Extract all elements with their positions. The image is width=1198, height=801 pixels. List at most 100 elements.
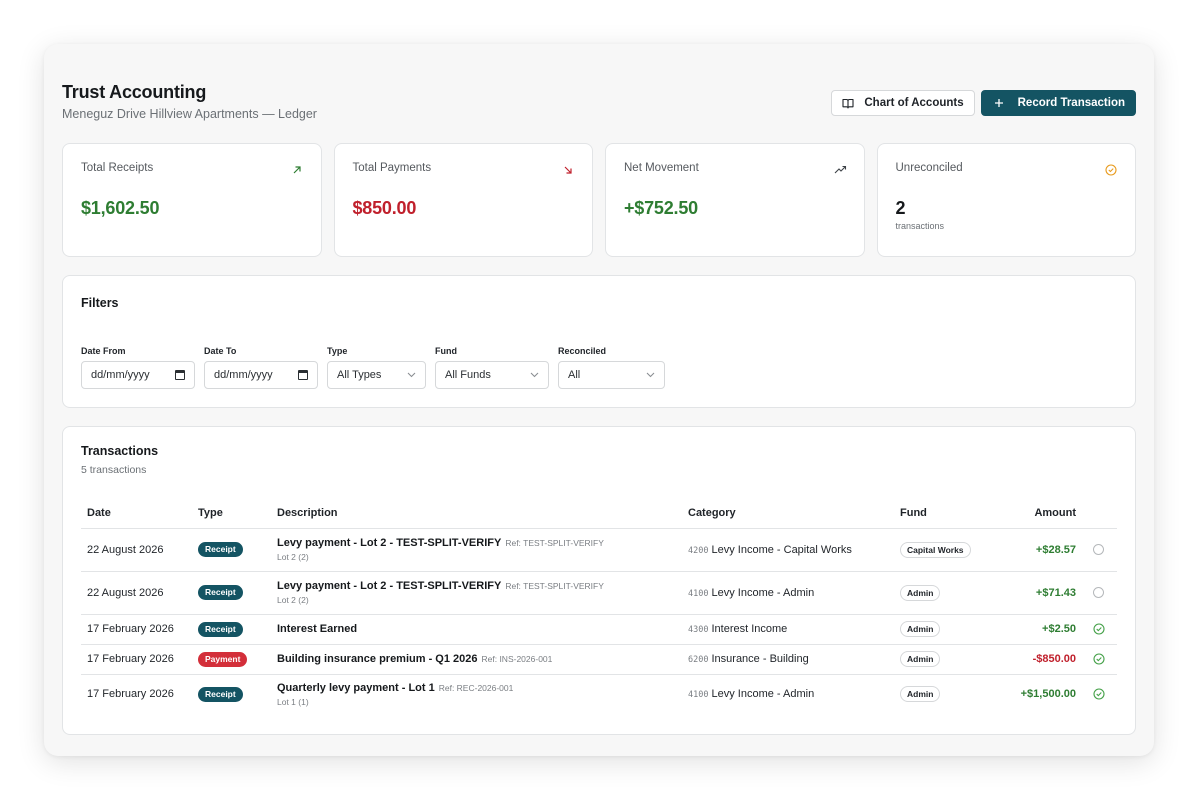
- filter-label: Type: [327, 346, 348, 356]
- book-open-icon: [842, 98, 854, 109]
- chevron-down-icon: [407, 369, 416, 381]
- row-type-cell: Receipt: [198, 614, 277, 645]
- account-code: 4200: [688, 545, 709, 556]
- row-description: Levy payment - Lot 2 - TEST-SPLIT-VERIFY: [277, 580, 502, 592]
- row-category: Levy Income - Capital Works: [711, 543, 852, 556]
- stat-label: Total Payments: [352, 162, 432, 174]
- column-header-date[interactable]: Date: [81, 499, 198, 529]
- table-row[interactable]: 17 February 2026 Receipt Quarterly levy …: [81, 674, 1117, 714]
- row-type-cell: Payment: [198, 644, 277, 675]
- table-row[interactable]: 22 August 2026 Receipt Levy payment - Lo…: [81, 571, 1117, 615]
- table-row[interactable]: 17 February 2026 Receipt Interest Earned…: [81, 614, 1117, 645]
- filter-date-from: Date From dd/mm/yyyy: [81, 346, 195, 389]
- type-select-value: All Types: [337, 369, 382, 381]
- row-description-cell: Quarterly levy payment - Lot 1 Ref: REC-2…: [277, 674, 688, 714]
- row-reconcile-cell: [1080, 571, 1117, 615]
- filter-reconciled: Reconciled All: [558, 346, 665, 389]
- fund-select[interactable]: All Funds: [435, 361, 549, 389]
- row-reference: Ref: REC-2026-001: [438, 682, 514, 693]
- account-code: 4100: [688, 588, 709, 599]
- reconciled-select[interactable]: All: [558, 361, 665, 389]
- filter-type: Type All Types: [327, 346, 426, 389]
- row-reference: Ref: TEST-SPLIT-VERIFY: [505, 581, 604, 591]
- type-badge: Receipt: [198, 542, 243, 557]
- clock-check-icon: [1105, 163, 1117, 176]
- fund-pill: Admin: [900, 621, 941, 637]
- trending-up-icon: [834, 163, 846, 175]
- row-description: Quarterly levy payment - Lot 1: [277, 681, 435, 694]
- unreconciled-circle-icon[interactable]: [1093, 587, 1104, 599]
- filters-title: Filters: [81, 296, 119, 310]
- row-category-cell: 6200 Insurance - Building: [688, 644, 900, 675]
- account-code: 6200: [688, 655, 709, 665]
- plus-icon: [994, 98, 1004, 108]
- summary-stats: Total Receipts $1,602.50 Total Payments …: [62, 143, 1136, 257]
- date-to-input[interactable]: dd/mm/yyyy: [204, 361, 318, 389]
- header-actions: Chart of Accounts Record Transaction: [831, 90, 1136, 116]
- chart-of-accounts-button[interactable]: Chart of Accounts: [831, 90, 975, 116]
- column-header-type[interactable]: Type: [198, 499, 277, 529]
- date-to-value: dd/mm/yyyy: [214, 369, 273, 381]
- reconciled-select-value: All: [568, 369, 581, 381]
- row-reconcile-cell: [1080, 528, 1117, 572]
- row-fund-cell: Admin: [900, 614, 998, 645]
- filters-card: Filters Date From dd/mm/yyyy Date To dd/…: [62, 275, 1136, 408]
- calendar-icon[interactable]: [175, 370, 185, 380]
- type-badge: Receipt: [198, 621, 243, 637]
- row-reference: Ref: TEST-SPLIT-VERIFY: [505, 538, 604, 548]
- check-circle-icon[interactable]: [1092, 653, 1105, 665]
- unreconciled-circle-icon[interactable]: [1093, 544, 1104, 556]
- table-row[interactable]: 22 August 2026 Receipt Levy payment - Lo…: [81, 528, 1117, 572]
- filter-label: Date From: [81, 346, 126, 356]
- calendar-icon[interactable]: [298, 370, 308, 380]
- column-header-category[interactable]: Category: [688, 499, 900, 529]
- column-header-fund[interactable]: Fund: [900, 499, 998, 529]
- fund-pill: Admin: [900, 651, 941, 667]
- row-date: 17 February 2026: [87, 688, 174, 701]
- stat-value: +$752.50: [624, 198, 698, 218]
- type-badge: Payment: [198, 651, 248, 667]
- stat-card-unreconciled: Unreconciled 2 transactions: [876, 143, 1136, 257]
- date-from-value: dd/mm/yyyy: [91, 369, 150, 381]
- row-amount: +$71.43: [998, 571, 1080, 615]
- filter-label: Date To: [204, 346, 237, 356]
- filter-fund: Fund All Funds: [435, 346, 549, 389]
- row-fund-cell: Capital Works: [900, 528, 998, 572]
- row-date: 17 February 2026: [81, 644, 198, 675]
- check-circle-icon[interactable]: [1092, 688, 1105, 700]
- row-category: Interest Income: [711, 623, 788, 635]
- type-badge: Receipt: [198, 686, 243, 702]
- fund-pill: Admin: [900, 686, 941, 703]
- column-header-amount[interactable]: Amount: [998, 499, 1080, 529]
- type-badge: Receipt: [198, 585, 243, 600]
- row-reconcile-cell: [1080, 674, 1117, 714]
- row-description-cell: Levy payment - Lot 2 - TEST-SPLIT-VERIFY…: [277, 571, 688, 615]
- check-circle-icon[interactable]: [1092, 623, 1105, 635]
- row-fund-cell: Admin: [900, 674, 998, 714]
- row-category: Levy Income - Admin: [711, 586, 815, 599]
- row-description: Levy payment - Lot 2 - TEST-SPLIT-VERIFY: [277, 537, 502, 549]
- app-window: Trust Accounting Meneguz Drive Hillview …: [44, 44, 1154, 756]
- table-row[interactable]: 17 February 2026 Payment Building insura…: [81, 644, 1117, 675]
- row-category: Levy Income - Admin: [711, 688, 815, 701]
- fund-select-value: All Funds: [445, 369, 491, 381]
- record-transaction-button[interactable]: Record Transaction: [980, 90, 1136, 116]
- row-description: Building insurance premium - Q1 2026: [277, 653, 478, 665]
- stat-value: 2: [895, 198, 906, 218]
- stat-label: Net Movement: [624, 162, 699, 174]
- row-type-cell: Receipt: [198, 571, 277, 615]
- column-header-description[interactable]: Description: [277, 499, 688, 529]
- row-type-cell: Receipt: [198, 674, 277, 714]
- type-select[interactable]: All Types: [327, 361, 426, 389]
- row-amount: -$850.00: [998, 644, 1080, 675]
- date-from-input[interactable]: dd/mm/yyyy: [81, 361, 195, 389]
- fund-pill: Admin: [900, 584, 941, 601]
- row-lot: Lot 2 (2): [277, 595, 309, 605]
- fund-pill: Capital Works: [900, 541, 971, 558]
- column-header-reconciled: [1080, 499, 1117, 529]
- transactions-card: Transactions 5 transactions Date Type De…: [62, 426, 1136, 735]
- transactions-table: Date Type Description Category Fund Amou…: [81, 499, 1117, 714]
- row-description-cell: Building insurance premium - Q1 2026 Ref:…: [277, 644, 688, 675]
- row-description-cell: Levy payment - Lot 2 - TEST-SPLIT-VERIFY…: [277, 528, 688, 572]
- row-lot: Lot 2 (2): [277, 552, 309, 562]
